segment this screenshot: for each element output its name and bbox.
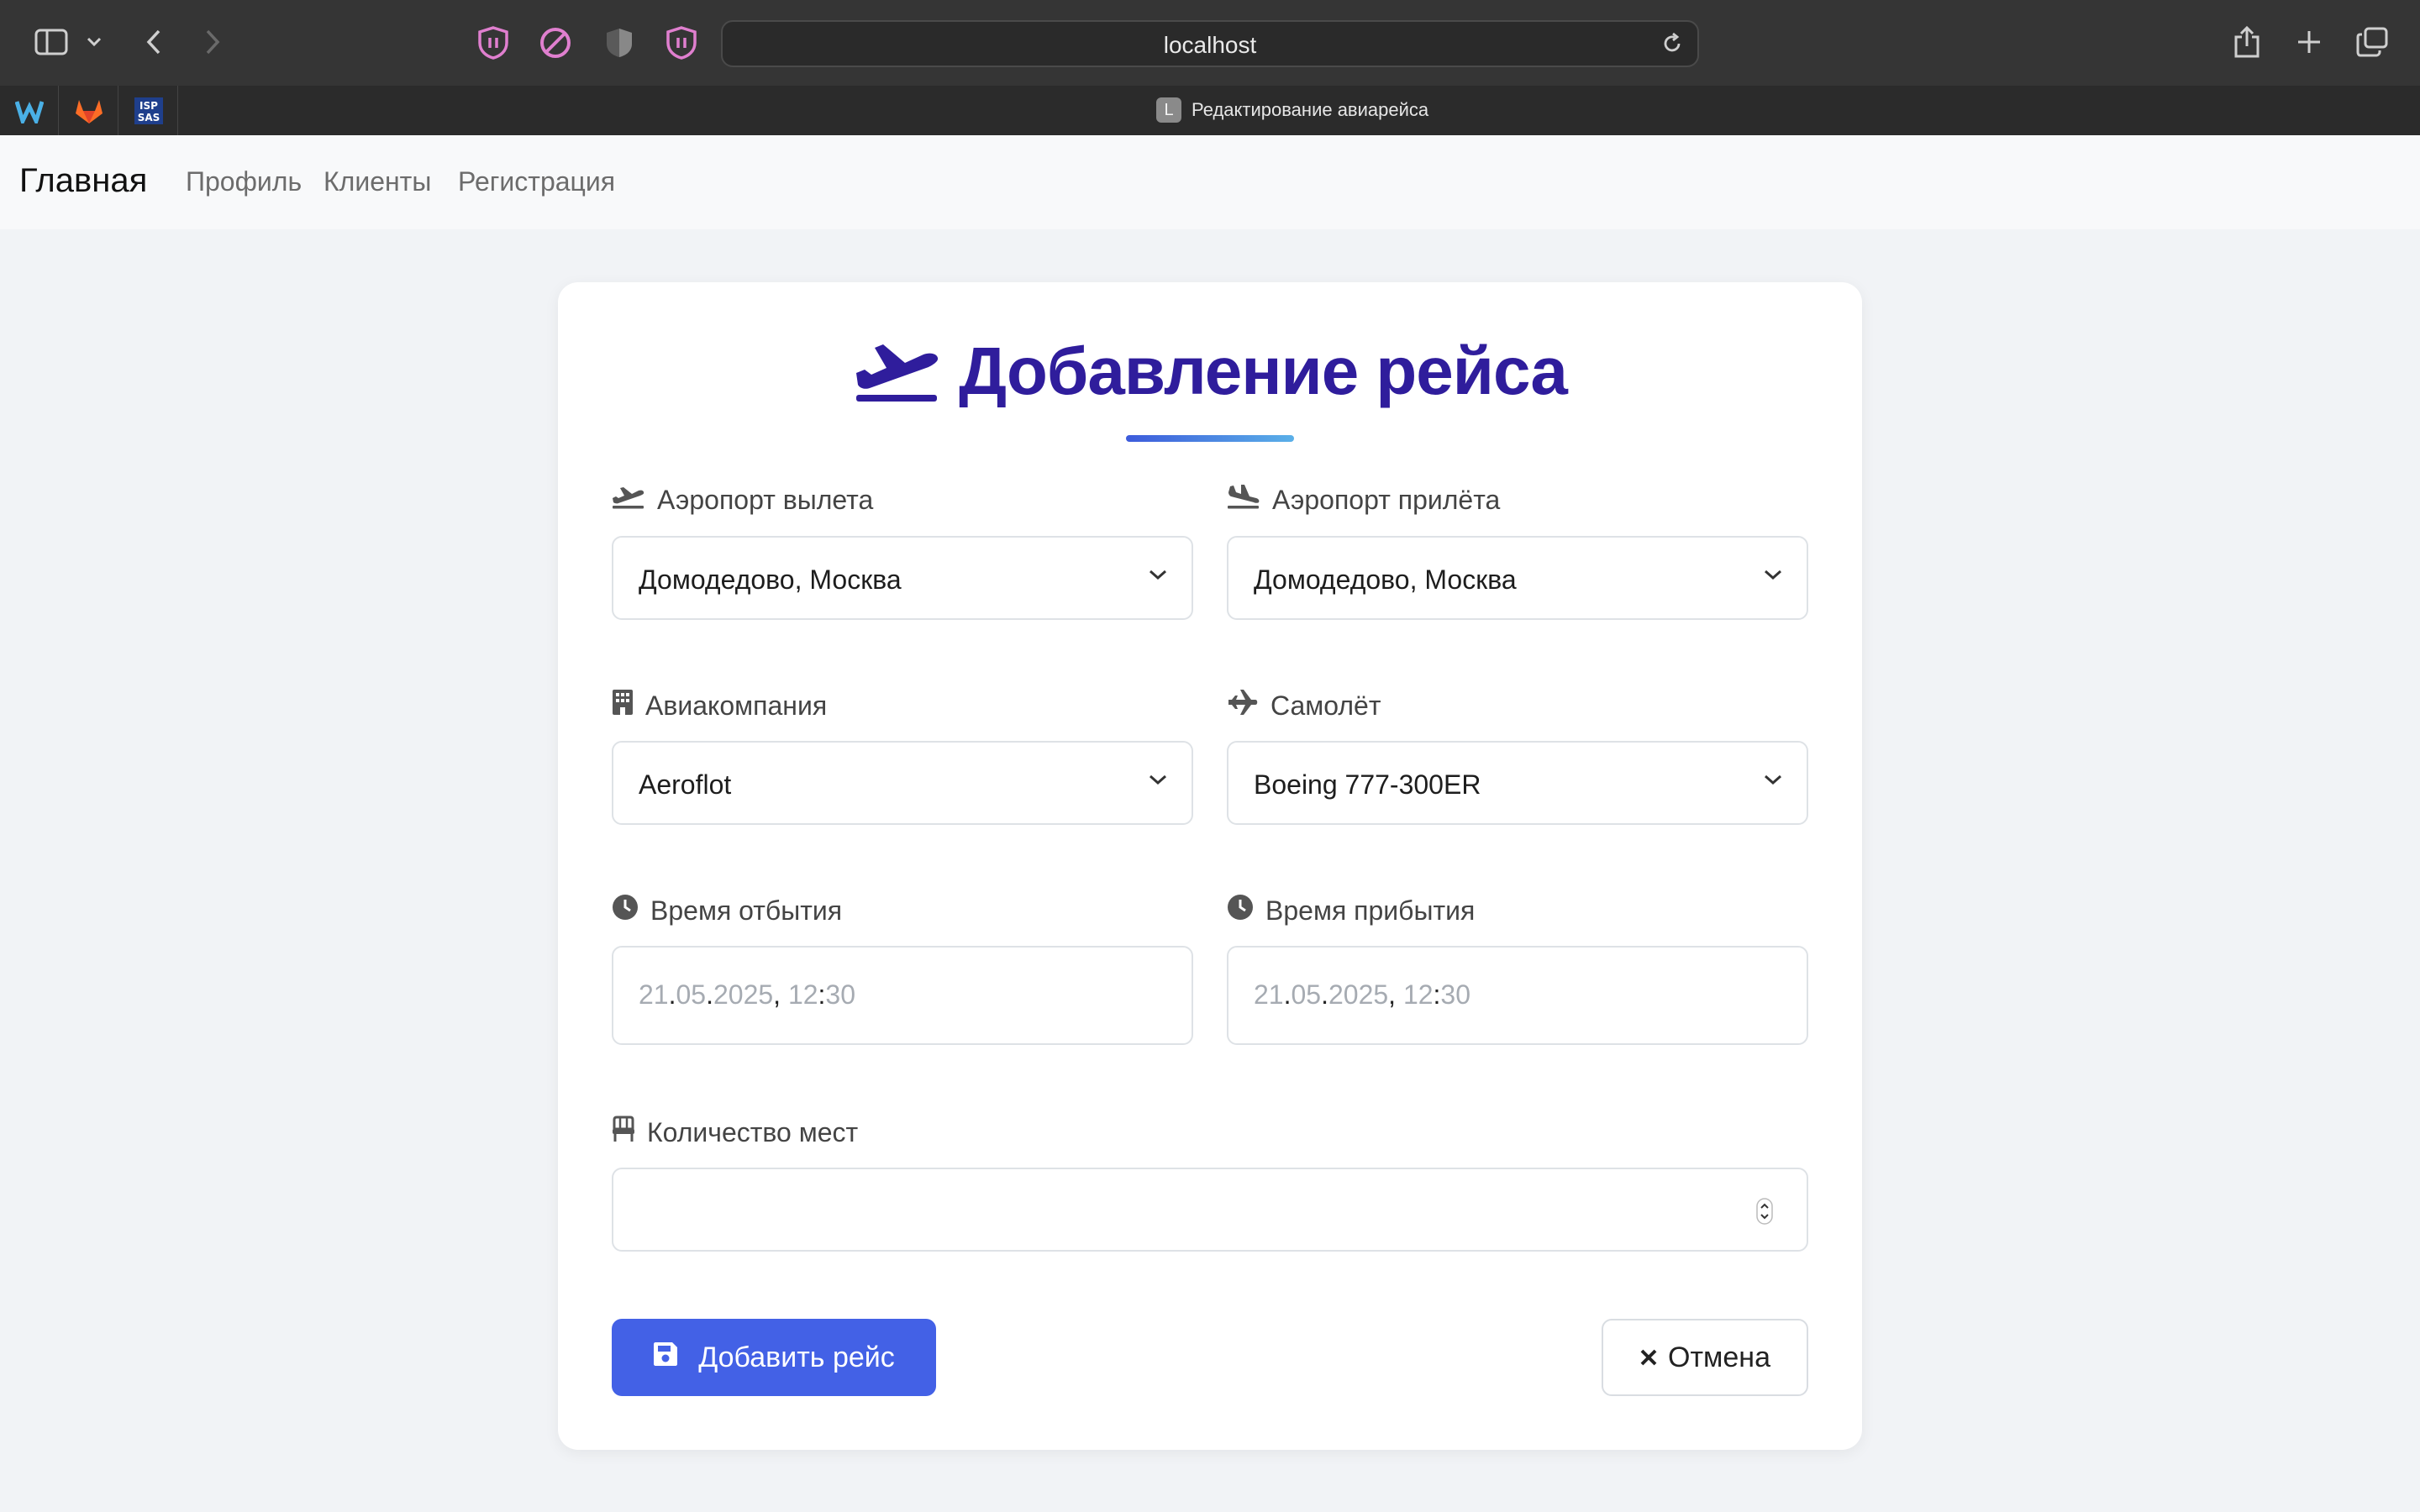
arrival-minute[interactable]: 30 — [1440, 979, 1470, 1010]
arrival-day[interactable]: 21 — [1254, 979, 1284, 1010]
tab-overview-icon[interactable] — [2354, 25, 2390, 59]
clock-icon — [1227, 894, 1254, 927]
departure-year[interactable]: 2025 — [713, 979, 773, 1010]
svg-text:SAS: SAS — [137, 112, 160, 123]
tab-bar: ISP SAS L Редактирование авиарейса — [0, 86, 2420, 135]
departure-hour[interactable]: 12 — [788, 979, 818, 1010]
address-url: localhost — [1163, 32, 1257, 58]
save-icon — [653, 1341, 678, 1374]
departure-airport-label: Аэропорт вылета — [612, 484, 873, 516]
arrival-time-label: Время прибытия — [1227, 894, 1475, 927]
arrival-year[interactable]: 2025 — [1328, 979, 1388, 1010]
site-navbar: Главная Профиль Клиенты Регистрация — [0, 135, 2420, 229]
plane-departure-icon — [612, 484, 645, 516]
browser-chrome: localhost ISP SAS L Редактирование авиаре… — [0, 0, 2420, 135]
arrival-airport-value: Домодедово, Москва — [1254, 564, 1517, 595]
aircraft-select[interactable]: Boeing 777-300ER — [1227, 741, 1808, 825]
arrival-airport-select[interactable]: Домодедово, Москва — [1227, 536, 1808, 620]
departure-day[interactable]: 21 — [639, 979, 669, 1010]
airline-select[interactable]: Aeroflot — [612, 741, 1193, 825]
clock-icon — [612, 894, 639, 927]
departure-time-input[interactable]: 21.05.2025, 12:30 — [612, 946, 1193, 1045]
airline-value: Aeroflot — [639, 769, 732, 800]
close-icon — [1639, 1341, 1658, 1374]
nav-link-profile[interactable]: Профиль — [186, 166, 302, 197]
pinned-tab-isp[interactable]: ISP SAS — [119, 86, 178, 135]
departure-airport-value: Домодедово, Москва — [639, 564, 902, 595]
departure-airport-label-text: Аэропорт вылета — [657, 484, 874, 515]
seats-label-text: Количество мест — [647, 1116, 859, 1147]
aircraft-value: Boeing 777-300ER — [1254, 769, 1481, 800]
departure-time-label: Время отбытия — [612, 894, 842, 927]
title-underline — [1126, 435, 1294, 442]
departure-time-value: 21.05.2025, 12:30 — [639, 979, 856, 1010]
arrival-airport-label-text: Аэропорт прилёта — [1272, 484, 1501, 515]
stepper-icon[interactable] — [1756, 1198, 1773, 1229]
nav-link-registration[interactable]: Регистрация — [458, 166, 615, 197]
arrival-time-label-text: Время прибытия — [1265, 895, 1476, 926]
tab-favicon: L — [1156, 97, 1181, 123]
add-flight-button-label: Добавить рейс — [698, 1341, 895, 1373]
block-extension-icon[interactable] — [538, 25, 573, 60]
airline-label: Авиакомпания — [612, 689, 827, 722]
svg-text:ISP: ISP — [139, 100, 158, 112]
back-icon[interactable] — [141, 25, 166, 59]
shield-pause-icon[interactable] — [664, 25, 699, 60]
half-shield-icon[interactable] — [602, 25, 637, 60]
seats-label: Количество мест — [612, 1116, 858, 1149]
sidebar-toggle-icon[interactable] — [34, 27, 69, 57]
seats-number-input[interactable] — [612, 1168, 1808, 1252]
nav-brand-home[interactable]: Главная — [19, 162, 147, 200]
aircraft-label-text: Самолёт — [1270, 690, 1381, 721]
plane-icon — [1227, 689, 1259, 722]
airline-label-text: Авиакомпания — [645, 690, 828, 721]
pinned-tab-gitlab[interactable] — [60, 86, 118, 135]
chevron-down-icon[interactable] — [84, 32, 104, 52]
form-header: Добавление рейса — [558, 333, 1862, 410]
chair-icon — [612, 1116, 635, 1149]
departure-time-label-text: Время отбытия — [650, 895, 843, 926]
chevron-down-icon — [1763, 568, 1783, 585]
cancel-button-label: Отмена — [1668, 1341, 1770, 1373]
departure-minute[interactable]: 30 — [825, 979, 855, 1010]
pinned-tab-w[interactable] — [0, 86, 59, 135]
forward-icon[interactable] — [200, 25, 225, 59]
share-icon[interactable] — [2230, 24, 2264, 60]
reload-icon[interactable] — [1660, 32, 1686, 57]
arrival-airport-label: Аэропорт прилёта — [1227, 484, 1500, 516]
plane-arrival-icon — [1227, 484, 1260, 516]
aircraft-label: Самолёт — [1227, 689, 1381, 722]
new-tab-icon[interactable] — [2292, 25, 2326, 59]
chevron-down-icon — [1148, 773, 1168, 790]
tab-title-text: Редактирование авиарейса — [1192, 99, 1429, 120]
arrival-hour[interactable]: 12 — [1403, 979, 1434, 1010]
address-bar[interactable]: localhost — [721, 20, 1699, 67]
flight-form-card: Добавление рейса Аэропорт вылета Домодед… — [558, 282, 1862, 1450]
nav-link-clients[interactable]: Клиенты — [324, 166, 431, 197]
departure-airport-select[interactable]: Домодедово, Москва — [612, 536, 1193, 620]
departure-month[interactable]: 05 — [676, 979, 706, 1010]
chevron-down-icon — [1148, 568, 1168, 585]
plane-departure-icon — [853, 336, 940, 407]
add-flight-button[interactable]: Добавить рейс — [612, 1319, 936, 1396]
shield-extension-icon[interactable] — [476, 25, 511, 60]
chevron-down-icon — [1763, 773, 1783, 790]
form-title: Добавление рейса — [959, 333, 1568, 408]
arrival-time-input[interactable]: 21.05.2025, 12:30 — [1227, 946, 1808, 1045]
arrival-month[interactable]: 05 — [1291, 979, 1321, 1010]
building-icon — [612, 689, 634, 722]
arrival-time-value: 21.05.2025, 12:30 — [1254, 979, 1471, 1010]
browser-toolbar: localhost — [0, 0, 2420, 86]
active-tab[interactable]: L Редактирование авиарейса — [1156, 97, 1428, 123]
cancel-button[interactable]: Отмена — [1602, 1319, 1808, 1396]
